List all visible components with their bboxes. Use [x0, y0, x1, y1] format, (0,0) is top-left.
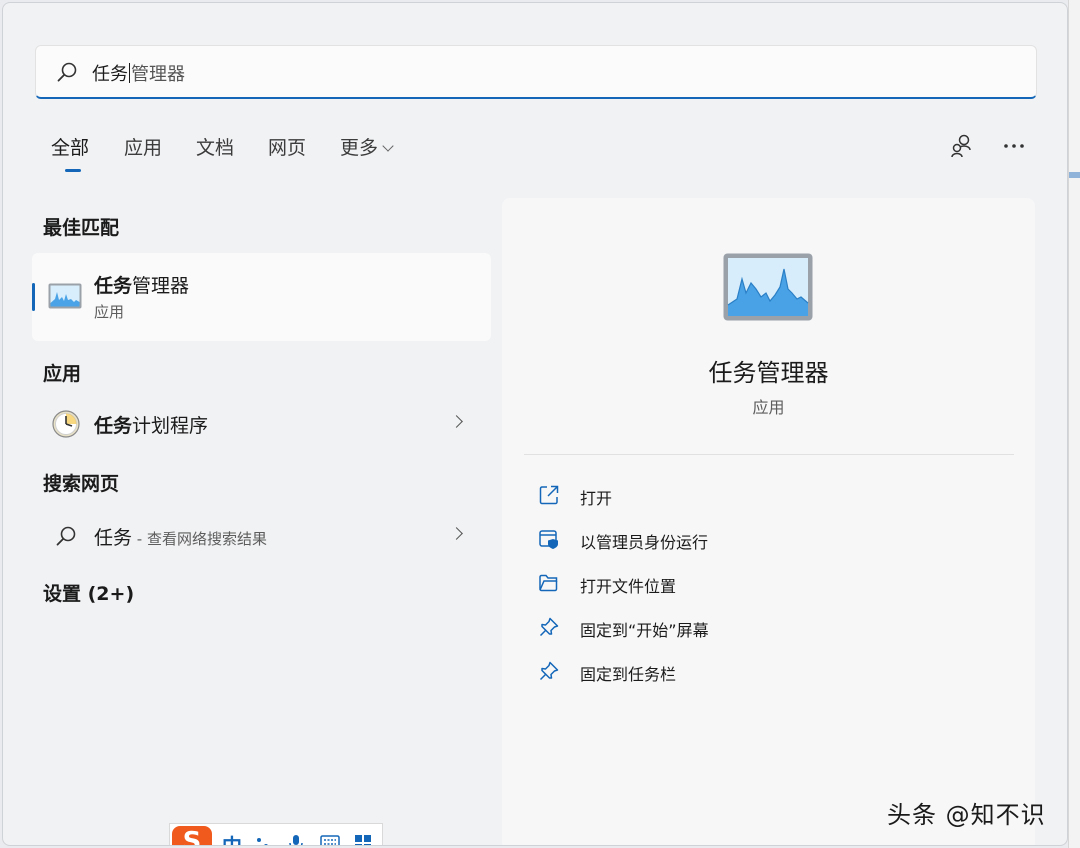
web-search-result[interactable]: 任务 - 查看网络搜索结果 — [32, 513, 491, 559]
title-rest: 管理器 — [132, 275, 190, 297]
best-match-title: 任务管理器 — [94, 271, 189, 298]
search-typed-text: 任务 — [92, 64, 128, 85]
folder-icon — [539, 574, 558, 592]
ime-logo[interactable]: S — [172, 826, 212, 845]
tab-documents[interactable]: 文档 — [196, 133, 234, 160]
web-query: 任务 — [94, 527, 133, 549]
pin-icon — [539, 617, 559, 637]
detail-subtitle: 应用 — [752, 398, 785, 417]
microphone-icon[interactable] — [288, 834, 304, 846]
search-autocomplete-text: 管理器 — [131, 64, 185, 85]
punctuation-icon[interactable] — [254, 834, 272, 846]
active-tab-indicator — [65, 169, 81, 172]
ime-toolbar: S 中 — [169, 823, 383, 846]
search-icon — [57, 62, 77, 82]
background-window-accent — [1069, 172, 1080, 178]
task-scheduler-icon — [52, 410, 80, 438]
section-web-search: 搜索网页 — [43, 473, 120, 495]
detail-divider — [524, 454, 1014, 455]
best-match-result[interactable]: 任务管理器 应用 — [32, 253, 491, 341]
tab-label: 全部 — [51, 137, 90, 159]
run-as-admin-icon — [539, 530, 558, 549]
action-label: 固定到任务栏 — [580, 665, 677, 684]
keyboard-icon[interactable] — [320, 834, 340, 846]
action-label: 打开文件位置 — [580, 577, 677, 596]
tab-label: 网页 — [268, 137, 307, 159]
account-switch-icon[interactable] — [949, 133, 975, 159]
action-label: 以管理员身份运行 — [580, 533, 709, 552]
app-result-task-scheduler[interactable]: 任务计划程序 — [32, 401, 491, 447]
more-options-icon[interactable] — [1001, 133, 1027, 159]
tab-all[interactable]: 全部 — [51, 133, 90, 172]
ime-mode-toggle[interactable]: 中 — [222, 830, 242, 845]
section-settings[interactable]: 设置 (2+) — [43, 579, 134, 606]
result-detail-card: 任务管理器 应用 打开 以管理员身份运行 打开文件位置 固定到“开始”屏幕 固定… — [502, 198, 1035, 845]
search-box[interactable]: 任务 管理器 — [35, 45, 1037, 99]
search-input[interactable]: 任务 管理器 — [92, 60, 185, 86]
open-external-icon — [539, 485, 559, 505]
title-highlight: 任务 — [94, 275, 133, 297]
toolbox-grid-icon[interactable] — [354, 834, 372, 846]
task-manager-icon — [723, 253, 813, 321]
selection-indicator — [32, 283, 35, 311]
pin-icon — [539, 661, 559, 681]
section-apps: 应用 — [43, 363, 82, 385]
chevron-down-icon — [382, 140, 394, 152]
tab-label: 应用 — [124, 137, 163, 159]
app-result-title: 任务计划程序 — [94, 411, 208, 438]
web-search-text: 任务 - 查看网络搜索结果 — [94, 523, 267, 550]
watermark: 头条 @知不识 — [887, 801, 1046, 829]
start-search-panel: 任务 管理器 全部 应用 文档 网页 更多 最佳匹配 任务管理器 应用 应用 任… — [2, 2, 1068, 846]
task-manager-icon — [48, 283, 82, 309]
tab-label: 文档 — [196, 137, 235, 159]
chevron-right-icon[interactable] — [450, 527, 463, 540]
action-label: 打开 — [580, 489, 613, 508]
chevron-right-icon[interactable] — [450, 415, 463, 428]
tab-apps[interactable]: 应用 — [124, 133, 162, 160]
title-rest: 计划程序 — [132, 415, 209, 437]
search-icon — [56, 526, 76, 546]
detail-title: 任务管理器 — [708, 359, 829, 387]
title-highlight: 任务 — [94, 415, 133, 437]
web-suffix: - 查看网络搜索结果 — [132, 530, 267, 548]
action-label: 固定到“开始”屏幕 — [580, 621, 709, 640]
tab-label: 更多 — [340, 137, 379, 159]
section-best-match: 最佳匹配 — [43, 217, 120, 239]
text-caret — [129, 63, 130, 83]
tab-web[interactable]: 网页 — [268, 133, 306, 160]
best-match-subtitle: 应用 — [94, 303, 125, 321]
tab-more[interactable]: 更多 — [340, 133, 394, 160]
background-window-edge — [1068, 0, 1080, 848]
